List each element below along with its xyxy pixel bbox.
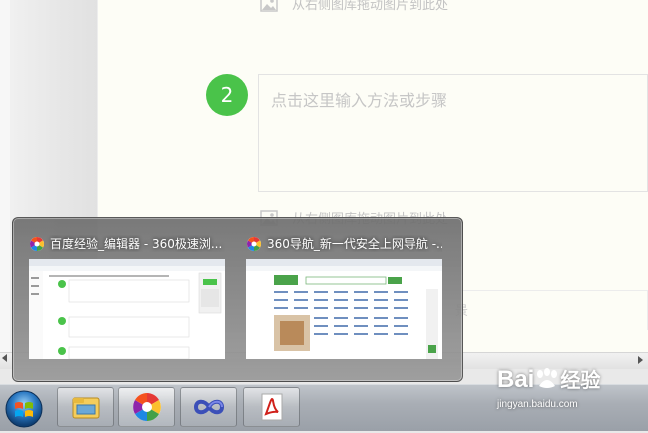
thumbnail-title-text-1: 百度经验_编辑器 - 360极速浏... (50, 237, 223, 251)
thumbnail-window-2[interactable]: 360导航_新一代安全上网导航 -... (230, 218, 442, 378)
step-input-placeholder: 点击这里输入方法或步骤 (271, 91, 448, 110)
thumbnail-preview-2 (246, 259, 442, 359)
pdf-icon (261, 393, 282, 421)
folder-icon (72, 397, 99, 419)
scroll-left-icon[interactable] (2, 354, 7, 362)
start-button[interactable] (4, 389, 44, 429)
pdf-taskbar-button[interactable] (243, 387, 300, 427)
app-taskbar-button[interactable] (180, 387, 237, 427)
windows-logo-icon (5, 390, 43, 428)
watermark-brand: Bai 经验 (497, 364, 600, 394)
thumbnail-title-1: 百度经验_编辑器 - 360极速浏... (29, 235, 225, 252)
360-browser-icon (132, 393, 161, 421)
thumbnail-title-2: 360导航_新一代安全上网导航 -... (246, 235, 442, 252)
image-icon (260, 0, 278, 12)
drag-hint-top: 从右侧图库拖动图片到此处 (260, 0, 448, 13)
watermark-brand-cn: 经验 (560, 370, 601, 392)
thumbnail-title-text-2: 360导航_新一代安全上网导航 -... (267, 237, 442, 251)
scroll-right-icon[interactable] (638, 356, 643, 364)
paw-icon (537, 368, 558, 388)
baidu-jingyan-watermark: Bai 经验 jingyan.baidu.com (497, 364, 645, 412)
thumbnail-preview-1 (29, 259, 225, 359)
step-number-badge: 2 (206, 74, 248, 116)
left-sidebar-edge (0, 0, 10, 360)
step-input-field[interactable]: 点击这里输入方法或步骤 (258, 74, 648, 192)
360-browser-icon (247, 236, 261, 251)
watermark-brand-text: Bai (497, 366, 535, 393)
taskbar-thumbnail-popup: 百度经验_编辑器 - 360极速浏... 360导航_新一代安全上网导航 -..… (12, 217, 463, 382)
thumbnail-window-1[interactable]: 百度经验_编辑器 - 360极速浏... (13, 218, 225, 378)
drag-hint-top-text: 从右侧图库拖动图片到此处 (292, 0, 449, 13)
watermark-url: jingyan.baidu.com (497, 399, 578, 410)
explorer-taskbar-button[interactable] (57, 387, 114, 427)
browser-taskbar-button[interactable] (118, 387, 175, 427)
infinity-icon (193, 399, 224, 415)
360-browser-icon (30, 236, 44, 251)
